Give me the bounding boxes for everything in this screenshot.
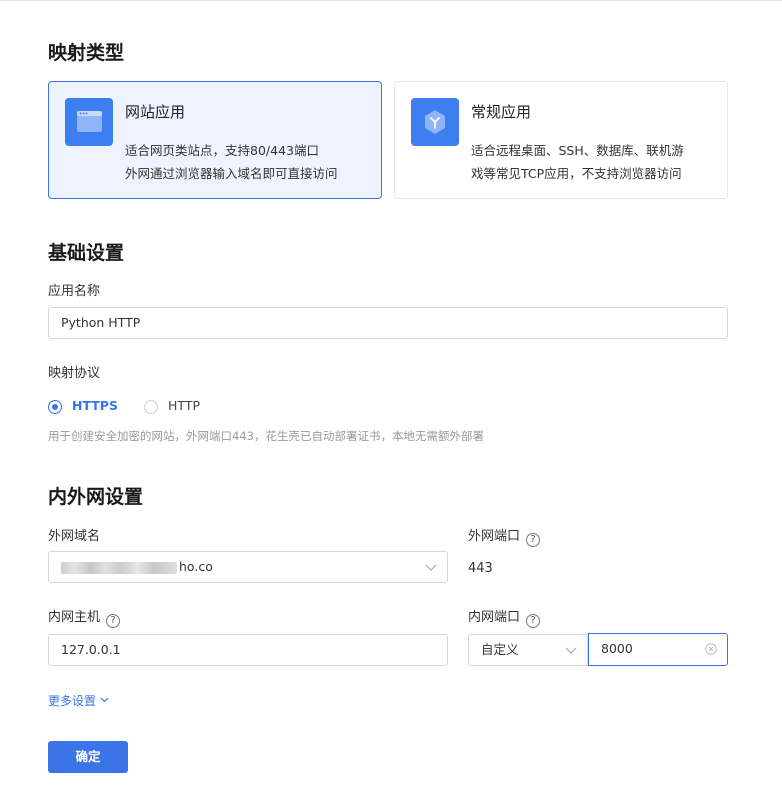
- more-settings-label: 更多设置: [48, 694, 97, 708]
- chevron-down-icon: [425, 564, 437, 571]
- int-port-value: 8000: [601, 641, 633, 656]
- domain-select[interactable]: ho.co: [48, 551, 448, 583]
- more-settings-link[interactable]: 更多设置: [48, 692, 109, 709]
- card-desc-website-line1: 适合网页类站点，支持80/443端口: [125, 143, 319, 158]
- hexagon-app-icon: [411, 98, 459, 146]
- section-title-basic: 基础设置: [48, 242, 125, 264]
- host-label: 内网主机: [48, 610, 101, 625]
- chevron-down-icon: [565, 647, 577, 654]
- help-icon[interactable]: ?: [106, 614, 121, 628]
- section-title-network: 内外网设置: [48, 486, 144, 508]
- domain-suffix: ho.co: [179, 559, 213, 574]
- int-port-label-wrap: 内网端口?: [468, 606, 541, 628]
- domain-label: 外网域名: [48, 529, 101, 544]
- confirm-button[interactable]: 确定: [48, 741, 128, 773]
- host-label-wrap: 内网主机?: [48, 606, 121, 628]
- card-general-app[interactable]: 常规应用 适合远程桌面、SSH、数据库、联机游 戏等常见TCP应用，不支持浏览器…: [394, 81, 728, 199]
- section-title-mapping-type: 映射类型: [48, 42, 125, 64]
- chevron-down-icon: [100, 697, 109, 703]
- card-website-app[interactable]: 网站应用 适合网页类站点，支持80/443端口 外网通过浏览器输入域名即可直接访…: [48, 81, 382, 199]
- radio-http[interactable]: [144, 400, 158, 414]
- protocol-hint: 用于创建安全加密的网站，外网端口443，花生壳已自动部署证书，本地无需额外部署: [48, 429, 484, 443]
- card-title-general: 常规应用: [471, 103, 532, 121]
- radio-https-label[interactable]: HTTPS: [72, 398, 118, 413]
- int-port-mode-select[interactable]: 自定义: [468, 634, 588, 666]
- radio-https[interactable]: [48, 400, 62, 414]
- ext-port-value: 443: [468, 561, 493, 576]
- blurred-domain-prefix: [61, 562, 177, 574]
- app-name-input[interactable]: Python HTTP: [48, 307, 728, 339]
- top-divider: [0, 0, 782, 1]
- app-name-label: 应用名称: [48, 284, 101, 299]
- int-port-input[interactable]: 8000: [588, 633, 728, 666]
- protocol-label: 映射协议: [48, 366, 101, 381]
- int-port-label: 内网端口: [468, 610, 521, 625]
- help-icon[interactable]: ?: [526, 533, 541, 547]
- host-input[interactable]: 127.0.0.1: [48, 634, 448, 666]
- ext-port-label: 外网端口: [468, 529, 521, 544]
- browser-window-icon: [65, 98, 113, 146]
- card-desc-general-line1: 适合远程桌面、SSH、数据库、联机游: [471, 143, 684, 158]
- help-icon[interactable]: ?: [526, 614, 541, 628]
- card-desc-website-line2: 外网通过浏览器输入域名即可直接访问: [125, 166, 338, 181]
- card-desc-general-line2: 戏等常见TCP应用，不支持浏览器访问: [471, 166, 682, 181]
- radio-http-label[interactable]: HTTP: [168, 398, 200, 413]
- int-port-mode-value: 自定义: [481, 642, 519, 657]
- card-title-website: 网站应用: [125, 103, 186, 121]
- ext-port-label-wrap: 外网端口?: [468, 525, 541, 547]
- clear-icon[interactable]: [705, 643, 717, 655]
